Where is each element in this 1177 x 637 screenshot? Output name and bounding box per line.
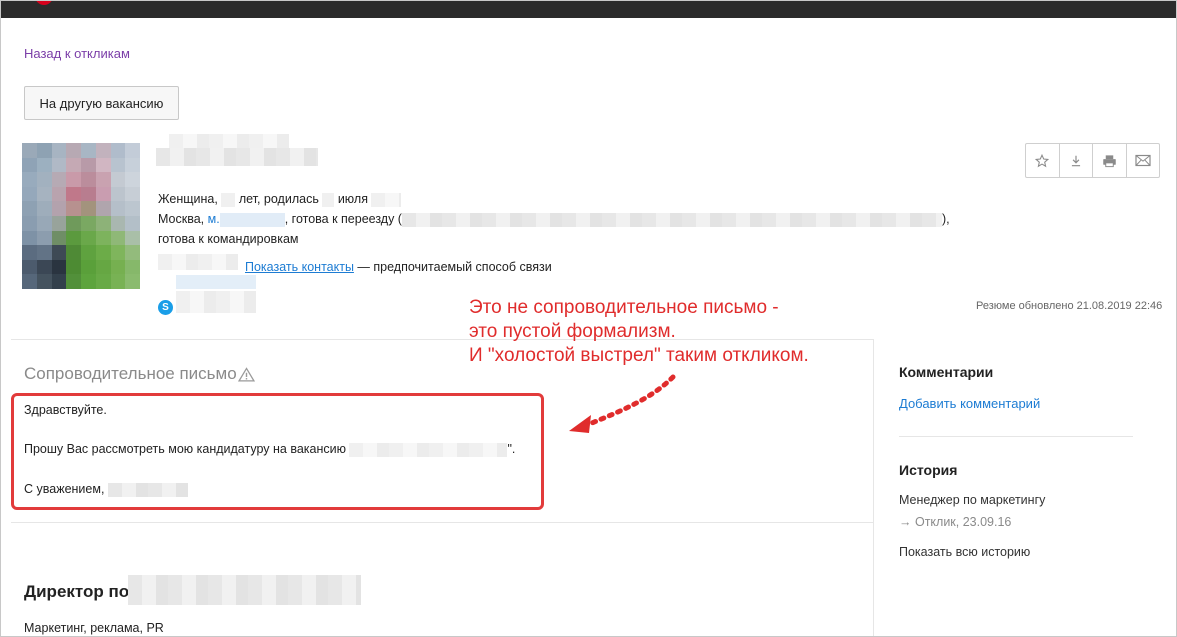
resume-page: Назад к откликам На другую вакансию Женщ… bbox=[0, 0, 1177, 637]
candidate-photo bbox=[22, 143, 140, 289]
history-heading: История bbox=[899, 462, 958, 478]
contacts-row: Показать контакты — предпочитаемый спосо… bbox=[245, 260, 552, 274]
experience-specialization: Маркетинг, реклама, PR bbox=[24, 621, 164, 635]
candidate-location: Москва, м., готова к переезду (), bbox=[158, 212, 950, 227]
gender-label: Женщина, bbox=[158, 192, 218, 206]
city: Москва, bbox=[158, 212, 205, 226]
annotation-line-1: Это не сопроводительное письмо - bbox=[469, 297, 779, 318]
birth-year-redacted bbox=[371, 192, 402, 207]
annotation-line-2: это пустой формализм. bbox=[469, 321, 676, 342]
history-event: → Отклик, 23.09.16 bbox=[899, 515, 1012, 529]
other-vacancy-button[interactable]: На другую вакансию bbox=[24, 86, 179, 120]
favorite-star-icon bbox=[1035, 153, 1050, 167]
warning-icon[interactable] bbox=[238, 367, 255, 382]
metro-station: м. bbox=[208, 212, 285, 227]
candidate-name-redacted bbox=[156, 148, 318, 166]
birth-month: июля bbox=[337, 192, 368, 206]
back-to-responses-link[interactable]: Назад к откликам bbox=[24, 46, 130, 61]
cover-letter-heading: Сопроводительное письмо bbox=[24, 364, 237, 383]
mail-icon bbox=[1135, 154, 1151, 167]
highlight-box bbox=[11, 393, 544, 510]
resume-actions-toolbar bbox=[1025, 143, 1160, 178]
favorite-button[interactable] bbox=[1026, 144, 1060, 177]
annotation-line-3: И "холостой выстрел" таким откликом. bbox=[469, 345, 809, 366]
preferred-contact-label: — предпочитаемый способ связи bbox=[357, 260, 552, 274]
right-sidebar bbox=[873, 339, 1163, 636]
email-redacted bbox=[176, 275, 256, 289]
birth-day-redacted bbox=[322, 192, 335, 207]
age-suffix: лет, родилась bbox=[238, 192, 319, 206]
add-comment-link[interactable]: Добавить комментарий bbox=[899, 396, 1040, 411]
skype-icon: S bbox=[158, 300, 173, 315]
candidate-name-redacted bbox=[169, 134, 289, 148]
sidebar-divider bbox=[899, 436, 1133, 437]
business-trips: готова к командировкам bbox=[158, 232, 299, 246]
annotation-callout: Это не сопроводительное письмо - это пус… bbox=[469, 296, 809, 368]
site-logo[interactable] bbox=[35, 1, 53, 5]
print-icon bbox=[1103, 154, 1116, 167]
relocation-cities-redacted bbox=[401, 212, 942, 227]
divider bbox=[11, 522, 873, 523]
history-vacancy[interactable]: Менеджер по маркетингу bbox=[899, 493, 1045, 507]
resume-updated-date: Резюме обновлено 21.08.2019 22:46 bbox=[976, 300, 1163, 312]
relocation-end: ), bbox=[941, 212, 950, 226]
annotation-arrow-icon bbox=[569, 374, 676, 433]
print-button[interactable] bbox=[1093, 144, 1127, 177]
top-navigation-bar bbox=[1, 1, 1176, 18]
email-button[interactable] bbox=[1127, 144, 1160, 177]
relocation-label: , готова к переезду ( bbox=[284, 212, 402, 226]
experience-position-title: Директор по bbox=[24, 582, 130, 601]
phone-redacted bbox=[158, 254, 238, 270]
show-contacts-link[interactable]: Показать контакты bbox=[245, 260, 354, 274]
position-name-redacted bbox=[128, 575, 361, 605]
download-button[interactable] bbox=[1060, 144, 1093, 177]
age-redacted bbox=[221, 192, 236, 207]
comments-heading: Комментарии bbox=[899, 364, 994, 380]
candidate-demographics: Женщина, лет, родилась июля bbox=[158, 192, 402, 207]
show-all-history-link[interactable]: Показать всю историю bbox=[899, 545, 1030, 559]
skype-redacted bbox=[176, 291, 256, 313]
download-icon bbox=[1071, 155, 1080, 166]
